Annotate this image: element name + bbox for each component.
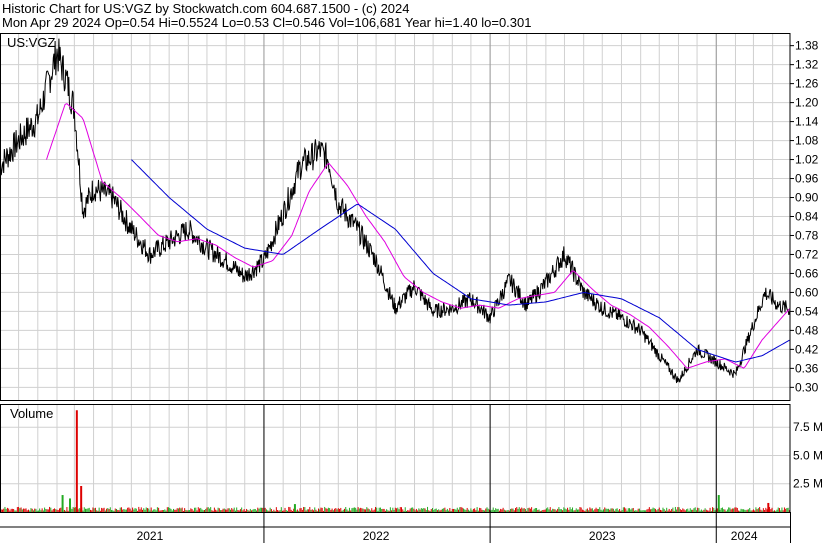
price-tick-label: 1.02 — [795, 153, 819, 167]
price-tick-label: 0.54 — [795, 304, 819, 318]
grid — [0, 33, 790, 512]
price-tick-label: 1.38 — [795, 39, 819, 53]
volume-bars — [0, 410, 790, 512]
price-tick-label: 0.48 — [795, 323, 819, 337]
moving-average-long-line — [131, 159, 790, 363]
price-tick-label: 0.36 — [795, 361, 819, 375]
price-tick-label: 1.32 — [795, 58, 819, 72]
year-label: 2022 — [363, 529, 390, 543]
price-tick-label: 0.78 — [795, 228, 819, 242]
volume-label: Volume — [10, 406, 53, 421]
ticker-label: US:VGZ — [7, 35, 55, 50]
price-tick-label: 0.84 — [795, 210, 819, 224]
price-tick-label: 0.42 — [795, 342, 819, 356]
year-label: 2023 — [589, 529, 616, 543]
year-label: 2021 — [137, 529, 164, 543]
price-tick-label: 0.96 — [795, 172, 819, 186]
price-tick-label: 0.60 — [795, 285, 819, 299]
price-tick-label: 1.08 — [795, 134, 819, 148]
price-tick-label: 0.90 — [795, 191, 819, 205]
price-tick-label: 0.30 — [795, 380, 819, 394]
price-tick-label: 1.26 — [795, 77, 819, 91]
price-tick-label: 0.72 — [795, 247, 819, 261]
volume-tick-label: 2.5 M — [793, 477, 823, 491]
panel-frames — [0, 33, 794, 543]
volume-tick-label: 5.0 M — [793, 448, 823, 462]
stock-chart: US:VGZ Volume 0.30 0.36 0.42 0.48 0.54 0.60 0.… — [0, 33, 823, 543]
price-tick-label: 1.14 — [795, 115, 819, 129]
year-label: 2024 — [731, 529, 758, 543]
price-tick-label: 0.66 — [795, 266, 819, 280]
volume-tick-label: 7.5 M — [793, 420, 823, 434]
price-tick-label: 1.20 — [795, 96, 819, 110]
